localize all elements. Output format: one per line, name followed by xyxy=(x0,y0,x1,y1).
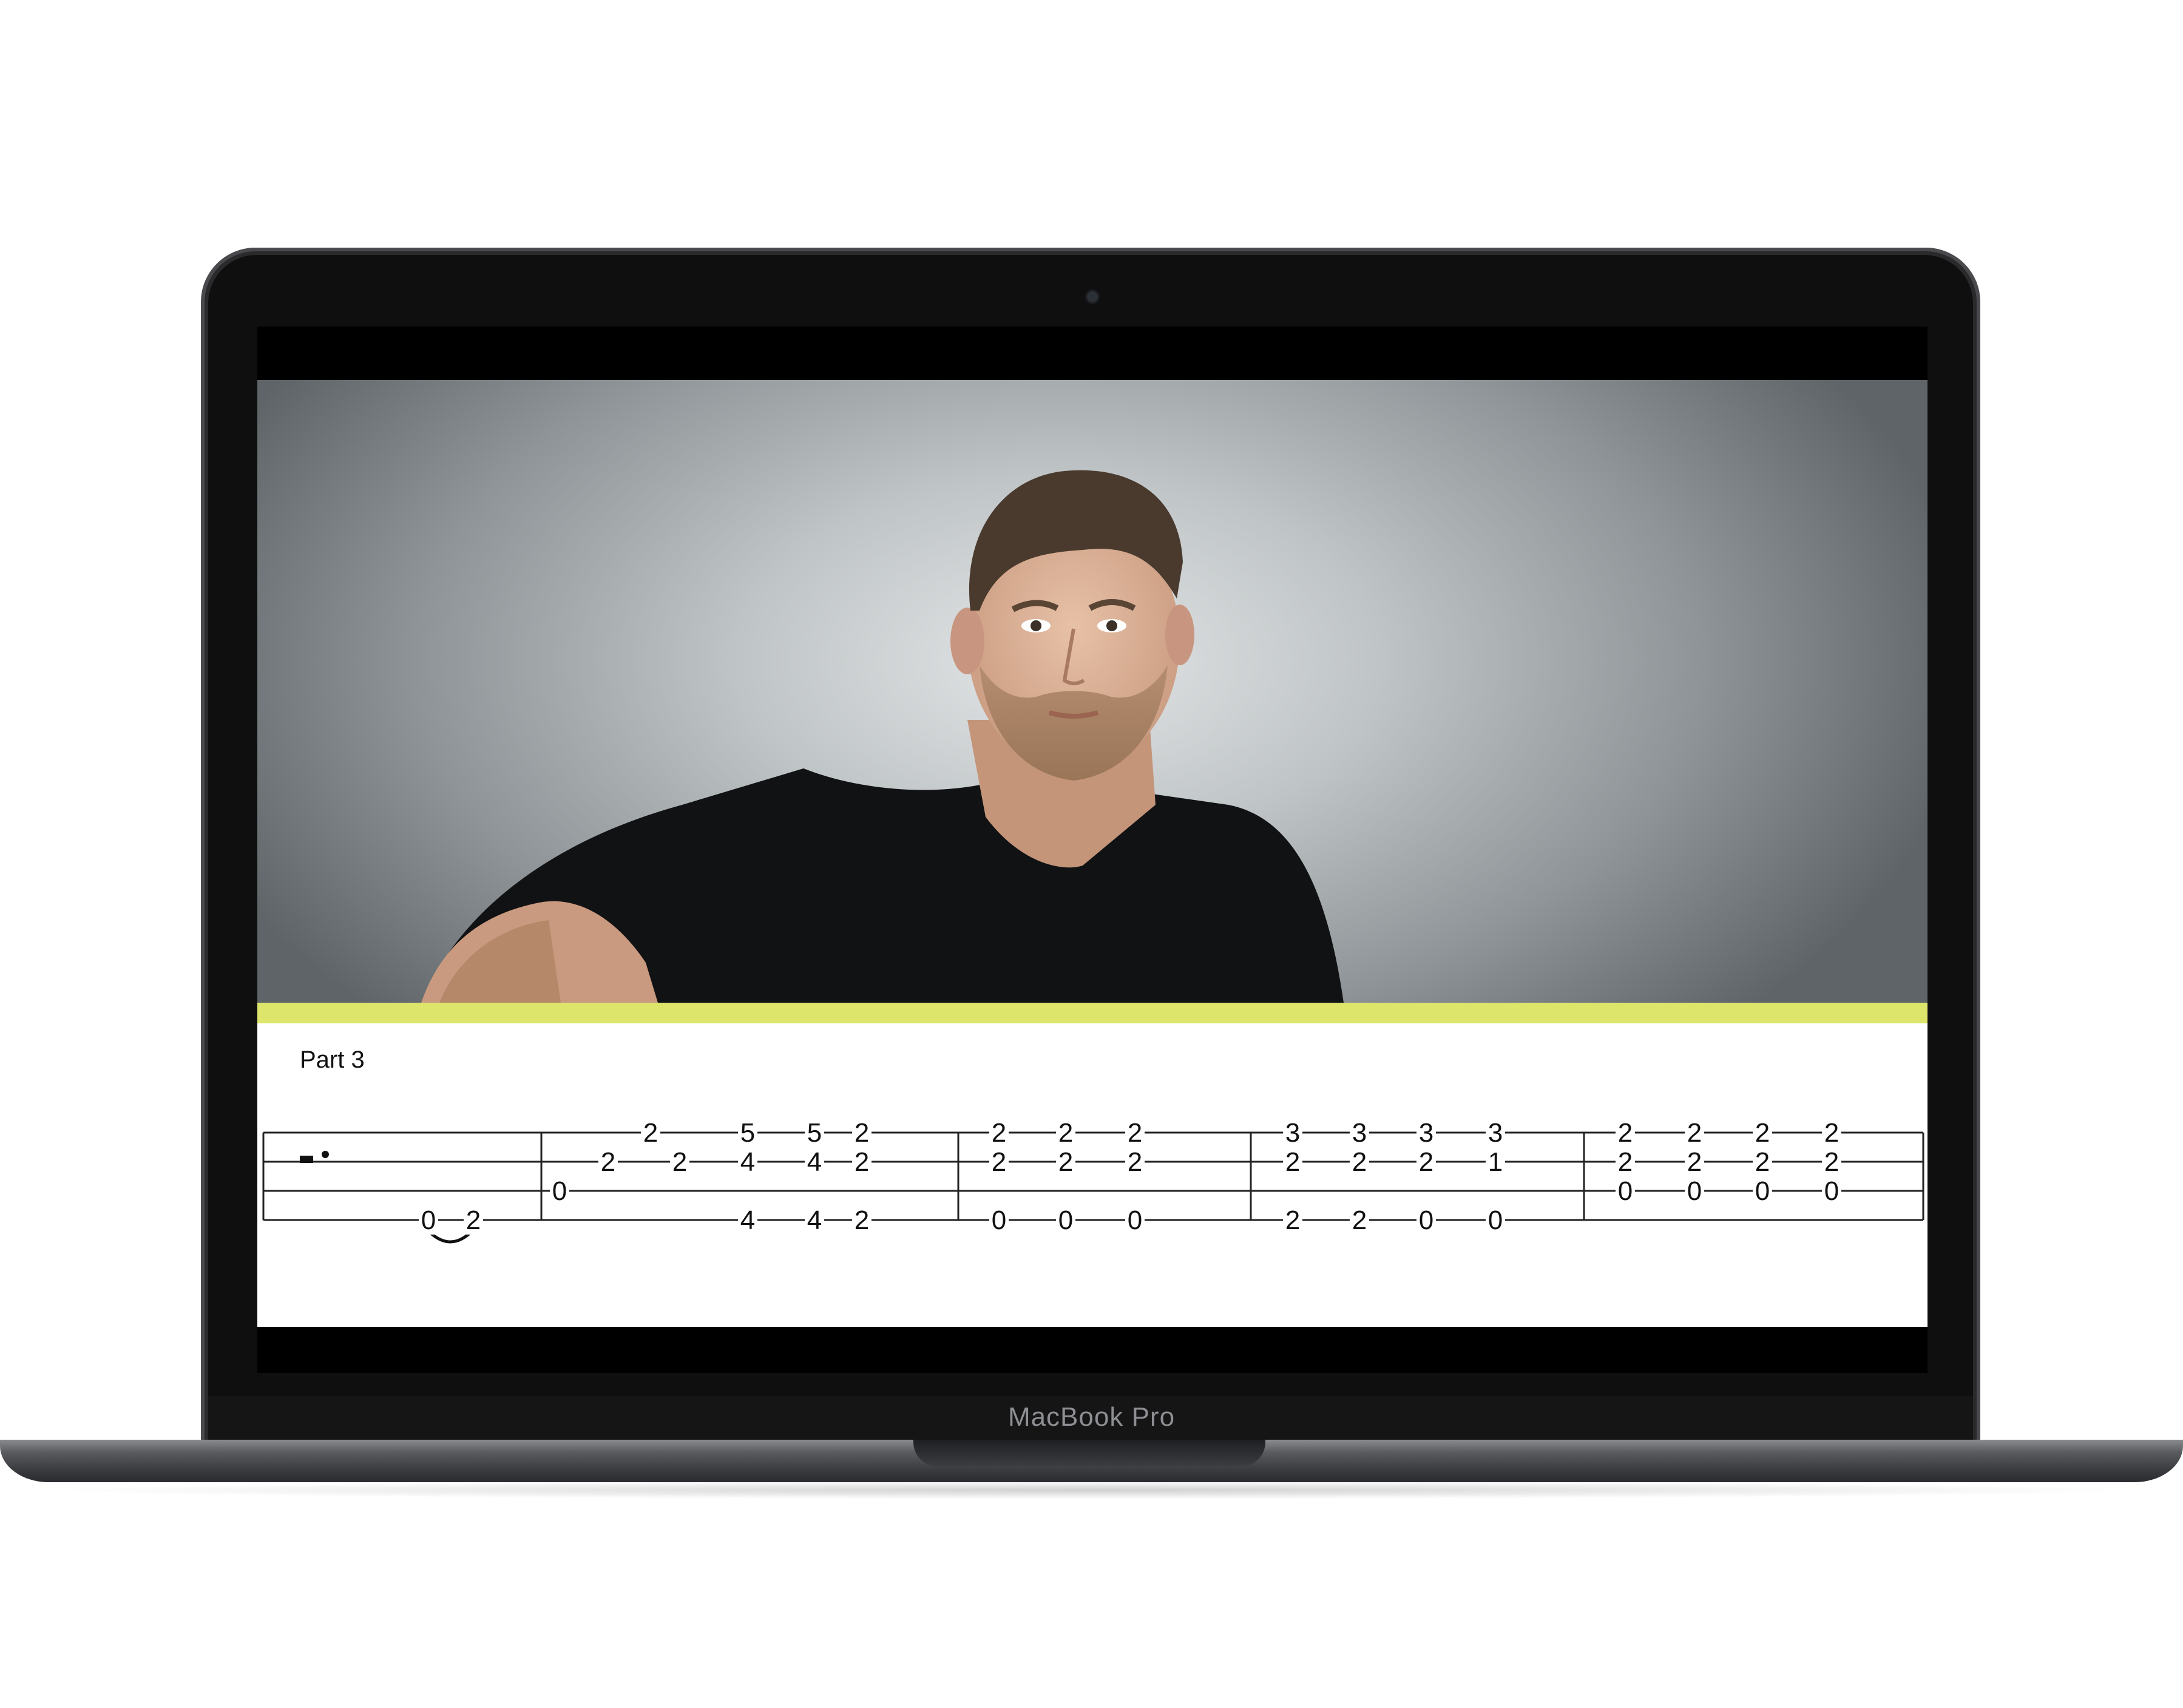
tab-fret-number: 2 xyxy=(1618,1147,1633,1177)
tab-fret-number: 0 xyxy=(1128,1205,1142,1235)
laptop-shadow xyxy=(36,1481,2147,1499)
tab-fret-number: 2 xyxy=(1618,1118,1633,1148)
tab-fret-number: 2 xyxy=(601,1147,615,1177)
tab-fret-number: 0 xyxy=(421,1205,436,1235)
webcam xyxy=(1087,291,1098,302)
tab-fret-number: 0 xyxy=(1687,1176,1702,1206)
tab-fret-number: 2 xyxy=(1352,1205,1367,1235)
guitar-tablature: 0 202225445442222202202203223223203102202… xyxy=(262,1118,1924,1244)
instructor-video-frame xyxy=(421,470,1344,1003)
tab-fret-number: 2 xyxy=(1058,1147,1073,1177)
tab-fret-number: 2 xyxy=(992,1147,1006,1177)
tab-fret-number: 2 xyxy=(1285,1147,1300,1177)
tab-fret-number: 0 xyxy=(1058,1205,1073,1235)
tab-fret-number: 4 xyxy=(740,1147,755,1177)
tab-fret-number: 0 xyxy=(1419,1205,1433,1235)
tab-fret-number: 0 xyxy=(552,1176,567,1206)
tab-fret-number: 3 xyxy=(1352,1118,1367,1148)
tab-fret-number: 2 xyxy=(855,1118,869,1148)
accent-divider xyxy=(257,1003,1927,1023)
tab-fret-number: 1 xyxy=(1488,1147,1503,1177)
tab-fret-number: 5 xyxy=(807,1118,822,1148)
tab-fret-number: 0 xyxy=(1618,1176,1633,1206)
brand-label: MacBook Pro xyxy=(1007,1402,1176,1432)
tab-fret-number: 3 xyxy=(1419,1118,1433,1148)
tab-fret-number: 2 xyxy=(1687,1147,1702,1177)
tab-fret-number: 2 xyxy=(1755,1118,1770,1148)
tab-fret-number: 2 xyxy=(855,1147,869,1177)
tab-fret-number: 3 xyxy=(1488,1118,1503,1148)
tab-fret-number: 3 xyxy=(1285,1118,1300,1148)
tab-fret-number: 2 xyxy=(466,1205,481,1235)
video-player[interactable] xyxy=(257,380,1927,1003)
tab-fret-number: 4 xyxy=(807,1205,822,1235)
tab-fret-number: 2 xyxy=(1687,1118,1702,1148)
tab-fret-number: 2 xyxy=(643,1118,658,1148)
tab-fret-number: 0 xyxy=(1824,1176,1839,1206)
tab-fret-number: 4 xyxy=(740,1205,755,1235)
tab-fret-number: 2 xyxy=(1352,1147,1367,1177)
tab-fret-number: 2 xyxy=(855,1205,869,1235)
rest-symbol xyxy=(300,1156,313,1163)
tab-fret-number: 2 xyxy=(1058,1118,1073,1148)
tab-fret-number: 2 xyxy=(672,1147,687,1177)
tab-fret-number: 2 xyxy=(1824,1147,1839,1177)
laptop-screen: Part 3 02022254454422 2 2 2 0 2 2 0 2 2 … xyxy=(257,327,1927,1373)
tab-fret-number: 5 xyxy=(740,1118,755,1148)
tab-fret-number: 2 xyxy=(1128,1118,1142,1148)
tab-fret-number: 2 xyxy=(1824,1118,1839,1148)
tab-fret-number: 0 xyxy=(992,1205,1006,1235)
tab-fret-number: 2 xyxy=(1419,1147,1433,1177)
tab-fret-number: 2 xyxy=(1755,1147,1770,1177)
tab-fret-number: 0 xyxy=(1488,1205,1503,1235)
tab-fret-number: 2 xyxy=(1128,1147,1142,1177)
tablature-panel: Part 3 02022254454422 2 2 2 0 2 2 0 2 2 … xyxy=(257,1023,1927,1327)
tab-fret-number: 0 xyxy=(1755,1176,1770,1206)
tab-fret-number: 2 xyxy=(1285,1205,1300,1235)
tab-fret-number: 2 xyxy=(992,1118,1006,1148)
rest-dot xyxy=(322,1151,329,1158)
tab-fret-number: 4 xyxy=(807,1147,822,1177)
laptop-hinge-notch xyxy=(913,1440,1265,1466)
